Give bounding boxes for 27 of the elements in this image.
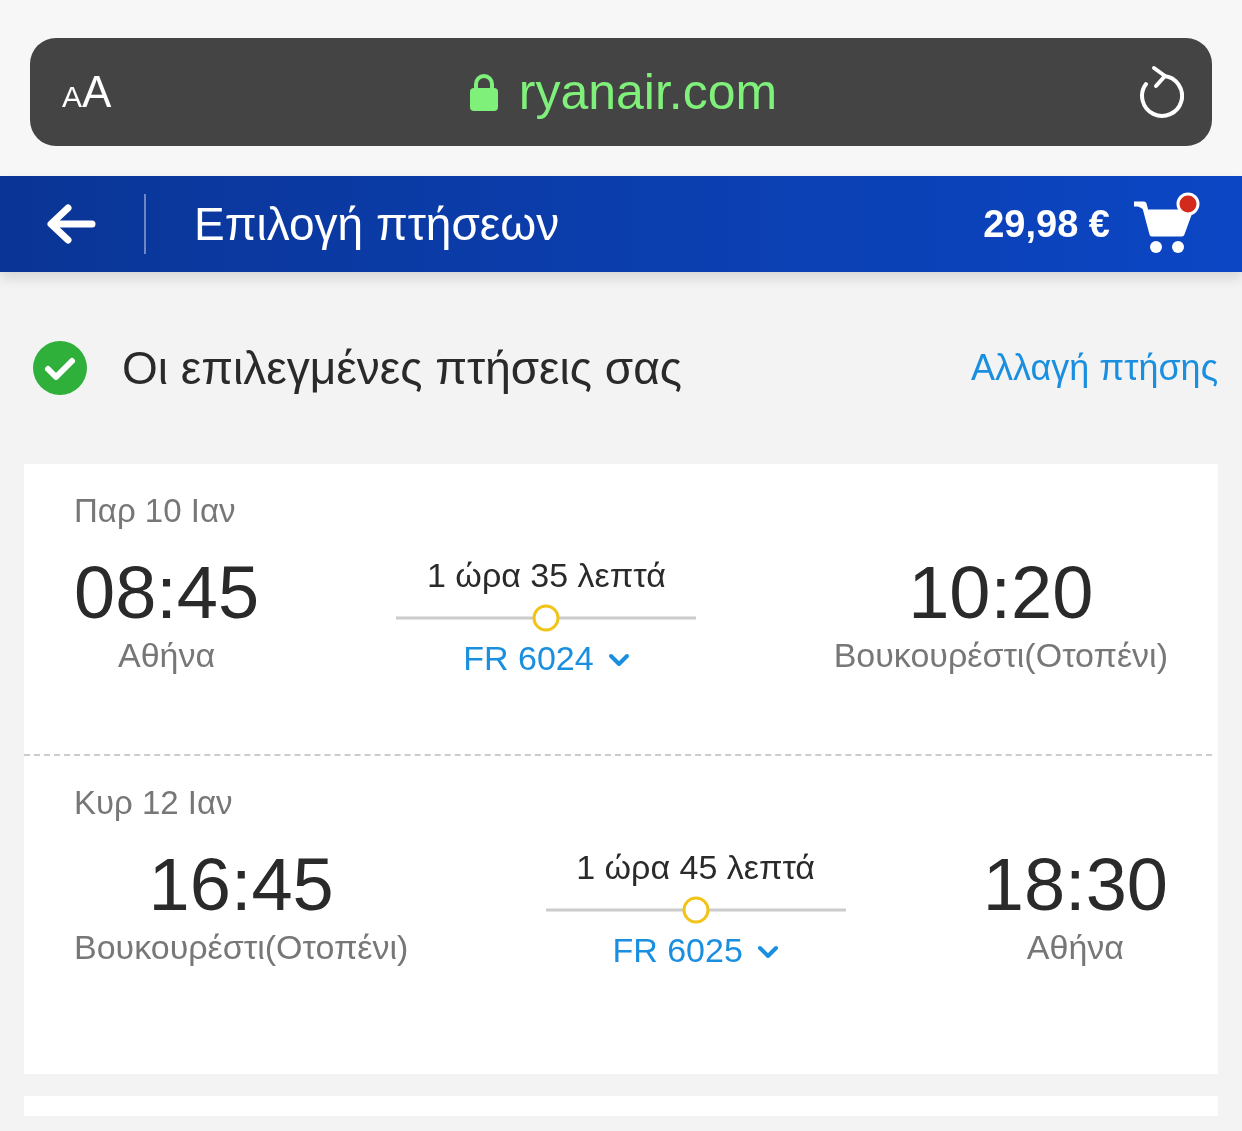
chevron-down-icon bbox=[607, 652, 630, 667]
arrival-time: 10:20 bbox=[908, 550, 1094, 636]
url-text: ryanair.com bbox=[518, 63, 778, 121]
arrival-time: 18:30 bbox=[982, 842, 1168, 928]
departure-time: 16:45 bbox=[148, 842, 334, 928]
departure-time: 08:45 bbox=[74, 550, 260, 636]
arrival-city: Αθήνα bbox=[1026, 928, 1124, 967]
flight-duration: 1 ώρα 35 λεπτά bbox=[427, 556, 666, 595]
change-flight-link[interactable]: Αλλαγή πτήσης bbox=[971, 347, 1218, 389]
chevron-down-icon bbox=[756, 944, 779, 959]
flight-duration: 1 ώρα 45 λεπτά bbox=[576, 848, 815, 887]
arrival-city: Βουκουρέστι(Οτοπένι) bbox=[833, 636, 1168, 675]
text-size-button[interactable]: AA bbox=[62, 67, 172, 117]
departure-city: Βουκουρέστι(Οτοπένι) bbox=[74, 928, 409, 967]
departure-city: Αθήνα bbox=[118, 636, 216, 675]
flight-number-toggle[interactable]: FR 6024 bbox=[463, 639, 630, 678]
flight-number-toggle[interactable]: FR 6025 bbox=[612, 931, 779, 970]
back-arrow-icon[interactable] bbox=[46, 204, 96, 244]
flight-date: Κυρ 12 Ιαν bbox=[74, 784, 234, 822]
lock-icon bbox=[468, 73, 499, 111]
cart-icon[interactable] bbox=[1132, 192, 1202, 256]
section-title: Οι επιλεγμένες πτήσεις σας bbox=[122, 341, 683, 395]
cart-total: 29,98 € bbox=[983, 202, 1110, 246]
address-bar[interactable]: AA ryanair.com bbox=[30, 38, 1212, 146]
page-title: Επιλογή πτήσεων bbox=[194, 197, 561, 251]
flight-date: Παρ 10 Ιαν bbox=[74, 492, 237, 530]
check-icon bbox=[32, 340, 88, 396]
